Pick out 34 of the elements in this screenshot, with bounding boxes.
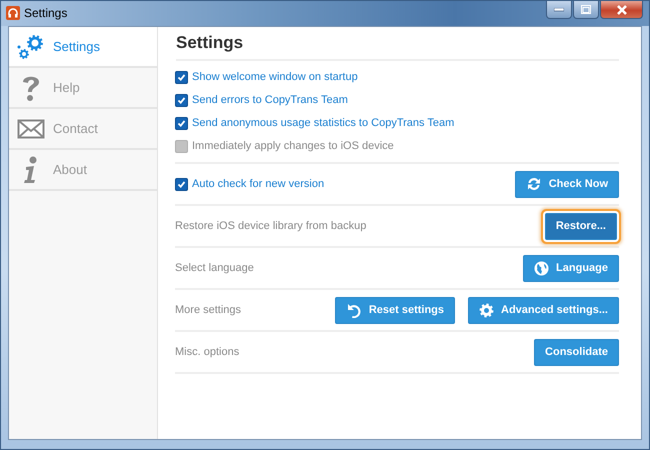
checkbox-label[interactable]: Auto check for new version [192,178,324,190]
envelope-icon [17,118,45,138]
setting-label: Restore iOS device library from backup [175,220,366,232]
checkbox-label[interactable]: Send anonymous usage statistics to CopyTrans Team [192,117,454,129]
undo-icon [346,302,362,318]
setting-label: More settings [175,304,242,316]
action-button[interactable]: Reset settings [334,296,456,324]
checkbox[interactable] [175,178,188,190]
checkbox-label[interactable]: Send errors to CopyTrans Team [192,94,348,106]
minimize-icon [554,8,564,12]
globe-icon [534,260,550,276]
sidebar-item[interactable]: Settings [9,27,157,68]
close-button[interactable] [600,1,643,19]
refresh-icon [526,176,542,192]
action-button[interactable]: Advanced settings... [468,296,619,324]
minimize-button[interactable] [546,1,572,19]
setting-label: Misc. options [175,346,240,358]
action-button[interactable]: Consolidate [534,338,619,366]
action-button[interactable]: Check Now [514,170,619,198]
checkbox-label[interactable]: Show welcome window on startup [192,71,358,83]
window-title: Settings [24,6,68,20]
checkbox[interactable] [175,94,188,106]
page-heading: Settings [176,33,619,61]
setting-label: Select language [175,262,254,274]
gear-icon [479,302,494,318]
checkbox[interactable] [175,70,188,84]
close-icon [616,4,628,14]
app-icon [6,6,20,20]
action-button[interactable]: Language [523,254,619,282]
info-icon [23,156,39,184]
maximize-button[interactable] [573,1,599,19]
gears-icon [17,32,45,60]
maximize-icon [581,5,591,14]
checkbox[interactable] [175,116,188,130]
